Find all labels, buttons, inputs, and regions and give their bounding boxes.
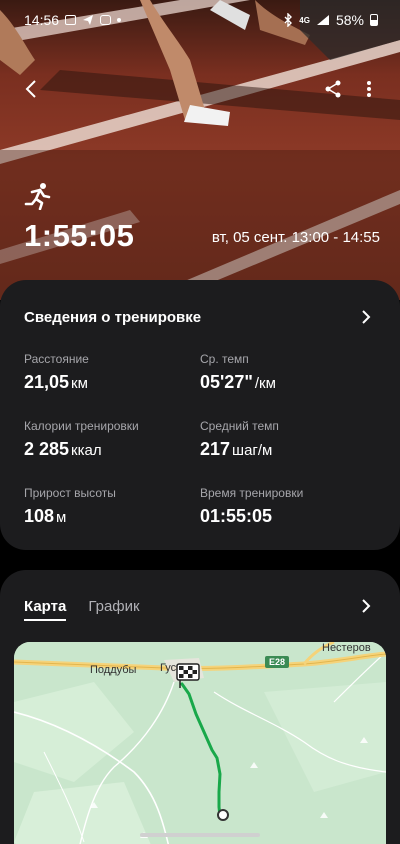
stat-label: Средний темп xyxy=(200,419,279,433)
tab-map[interactable]: Карта xyxy=(24,598,67,621)
tab-chart[interactable]: График xyxy=(88,598,139,621)
back-arrow-icon xyxy=(25,80,36,98)
telegram-icon xyxy=(83,15,94,25)
stat-label: Прирост высоты xyxy=(24,486,116,500)
stat-distance: Расстояние 21,05 км xyxy=(24,352,194,393)
network-type: 4G xyxy=(299,15,310,25)
workout-summary-card[interactable]: Сведения о тренировке Расстояние 21,05 км… xyxy=(0,280,400,550)
stat-label: Ср. темп xyxy=(200,352,249,366)
start-marker xyxy=(217,809,229,821)
stat-unit: м xyxy=(56,509,67,526)
share-icon xyxy=(325,80,341,98)
stat-value: 21,05 xyxy=(24,372,70,392)
stat-workout-time: Время тренировки 01:55:05 xyxy=(200,486,370,527)
road-badge-e28: E28 xyxy=(265,656,290,668)
map-card: Карта График Поддубы Гус Нестеров E28 xyxy=(0,570,400,844)
app-notification-icon xyxy=(100,15,112,25)
gallery-icon xyxy=(65,15,77,25)
home-indicator[interactable] xyxy=(140,833,260,837)
map-label-poddubi: Поддубы xyxy=(90,664,137,676)
stat-value: 108 xyxy=(24,506,55,526)
status-time: 14:56 xyxy=(24,12,60,28)
stat-elevation-gain: Прирост высоты 108 м xyxy=(24,486,194,527)
stat-avg-pace: Ср. темп 05'27"/км xyxy=(200,352,370,393)
stat-unit: шаг/м xyxy=(232,442,273,459)
workout-duration: 1:55:05 xyxy=(24,218,135,253)
stat-label: Калории тренировки xyxy=(24,419,139,433)
hero-photo: 14:56 4G 58% 1:55:05 вт, 05 сент. 13:00 … xyxy=(0,0,400,300)
map-canvas xyxy=(14,642,386,844)
bluetooth-icon xyxy=(284,13,293,27)
track-photo xyxy=(0,0,400,300)
more-vertical-icon xyxy=(367,81,371,97)
more-notifications-icon xyxy=(117,18,122,22)
battery-icon xyxy=(370,14,378,26)
stat-unit: ккал xyxy=(71,442,102,459)
stat-label: Время тренировки xyxy=(200,486,304,500)
stat-value: 01:55:05 xyxy=(200,506,273,526)
share-button[interactable] xyxy=(318,74,348,104)
summary-title: Сведения о тренировке xyxy=(24,308,202,326)
back-button[interactable] xyxy=(16,74,46,104)
battery-percent: 58% xyxy=(335,12,364,28)
route-map[interactable]: Поддубы Гус Нестеров E28 xyxy=(14,642,386,844)
workout-datetime: вт, 05 сент. 13:00 - 14:55 xyxy=(211,229,380,246)
stat-calories: Калории тренировки 2 285 ккал xyxy=(24,419,194,460)
chevron-right-icon xyxy=(362,310,371,324)
stat-label: Расстояние xyxy=(24,352,89,366)
stat-value: 2 285 xyxy=(24,439,70,459)
map-label-nesterov: Нестеров xyxy=(322,642,371,654)
stat-unit: /км xyxy=(254,375,276,392)
status-bar: 14:56 4G 58% xyxy=(0,0,400,40)
stat-value: 05'27" xyxy=(200,372,253,392)
stat-value: 217 xyxy=(200,439,231,459)
map-tabs: Карта График xyxy=(24,598,140,621)
map-expand-button[interactable] xyxy=(356,596,376,616)
signal-icon xyxy=(316,15,329,25)
summary-expand-button[interactable] xyxy=(356,307,376,327)
stat-cadence: Средний темп 217 шаг/м xyxy=(200,419,370,460)
chevron-right-icon xyxy=(362,599,371,613)
map-label-gus: Гус xyxy=(160,662,177,674)
more-options-button[interactable] xyxy=(354,74,384,104)
stat-unit: км xyxy=(71,375,88,392)
running-icon xyxy=(24,183,51,210)
